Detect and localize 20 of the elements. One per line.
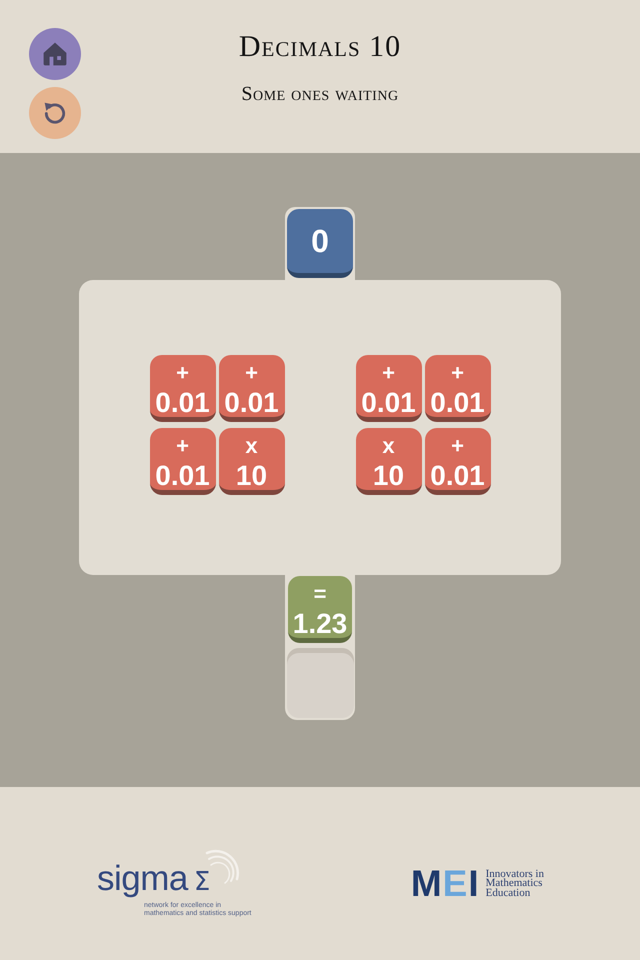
home-button[interactable] [29, 28, 81, 80]
logo-tagline: Innovators in Mathematics Education [486, 870, 544, 898]
operation-tile[interactable]: + 0.01 [218, 355, 284, 422]
operation-tile[interactable]: + 0.01 [150, 355, 216, 422]
operation-tile[interactable]: x 10 [218, 428, 284, 495]
operation-tile[interactable]: + 0.01 [424, 355, 490, 422]
home-icon [42, 41, 68, 67]
restart-button[interactable] [29, 87, 81, 139]
operation-tile[interactable]: x 10 [356, 428, 422, 495]
logo-wordmark: sigma [97, 861, 188, 897]
operation-tile[interactable]: + 0.01 [150, 428, 216, 495]
target-tile[interactable]: = 1.23 [288, 576, 352, 643]
operation-tile[interactable]: + 0.01 [356, 355, 422, 422]
circular-arrow-icon [42, 100, 68, 126]
logo-symbol: Σ [194, 867, 210, 897]
operation-tile[interactable]: + 0.01 [424, 428, 490, 495]
start-number-tile[interactable]: 0 [287, 209, 353, 278]
level-subtitle: Some ones waiting [241, 82, 399, 106]
logo-wordmark: MEI [410, 869, 480, 899]
level-title: Decimals 10 [238, 30, 402, 64]
